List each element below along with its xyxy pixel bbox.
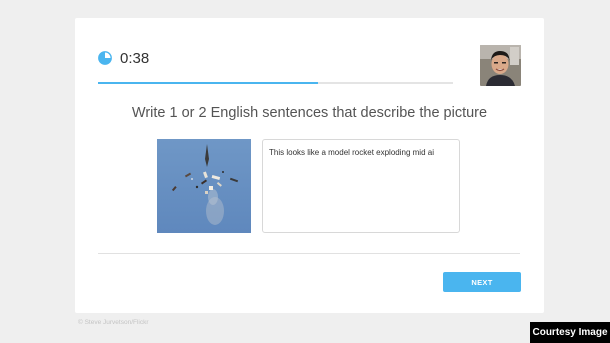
next-button[interactable]: NEXT	[443, 272, 521, 292]
progress-bar-fill	[98, 82, 319, 84]
webcam-avatar	[480, 45, 521, 86]
question-image	[157, 139, 251, 233]
question-prompt: Write 1 or 2 English sentences that desc…	[131, 105, 488, 121]
test-card: 0:38 Write 1 or 2 English sentences that…	[75, 18, 544, 313]
answer-textarea[interactable]: This looks like a model rocket exploding…	[262, 139, 460, 233]
divider	[98, 253, 520, 254]
timer-pie-icon	[98, 51, 112, 65]
timer-countdown: 0:38	[120, 50, 150, 67]
rocket-explosion-photo-icon	[157, 139, 251, 233]
courtesy-image-label: Courtesy Image	[530, 322, 610, 343]
photo-credit: © Steve Jurvetson/Flickr	[78, 319, 149, 326]
user-photo-icon	[480, 45, 521, 86]
progress-bar	[98, 82, 453, 84]
